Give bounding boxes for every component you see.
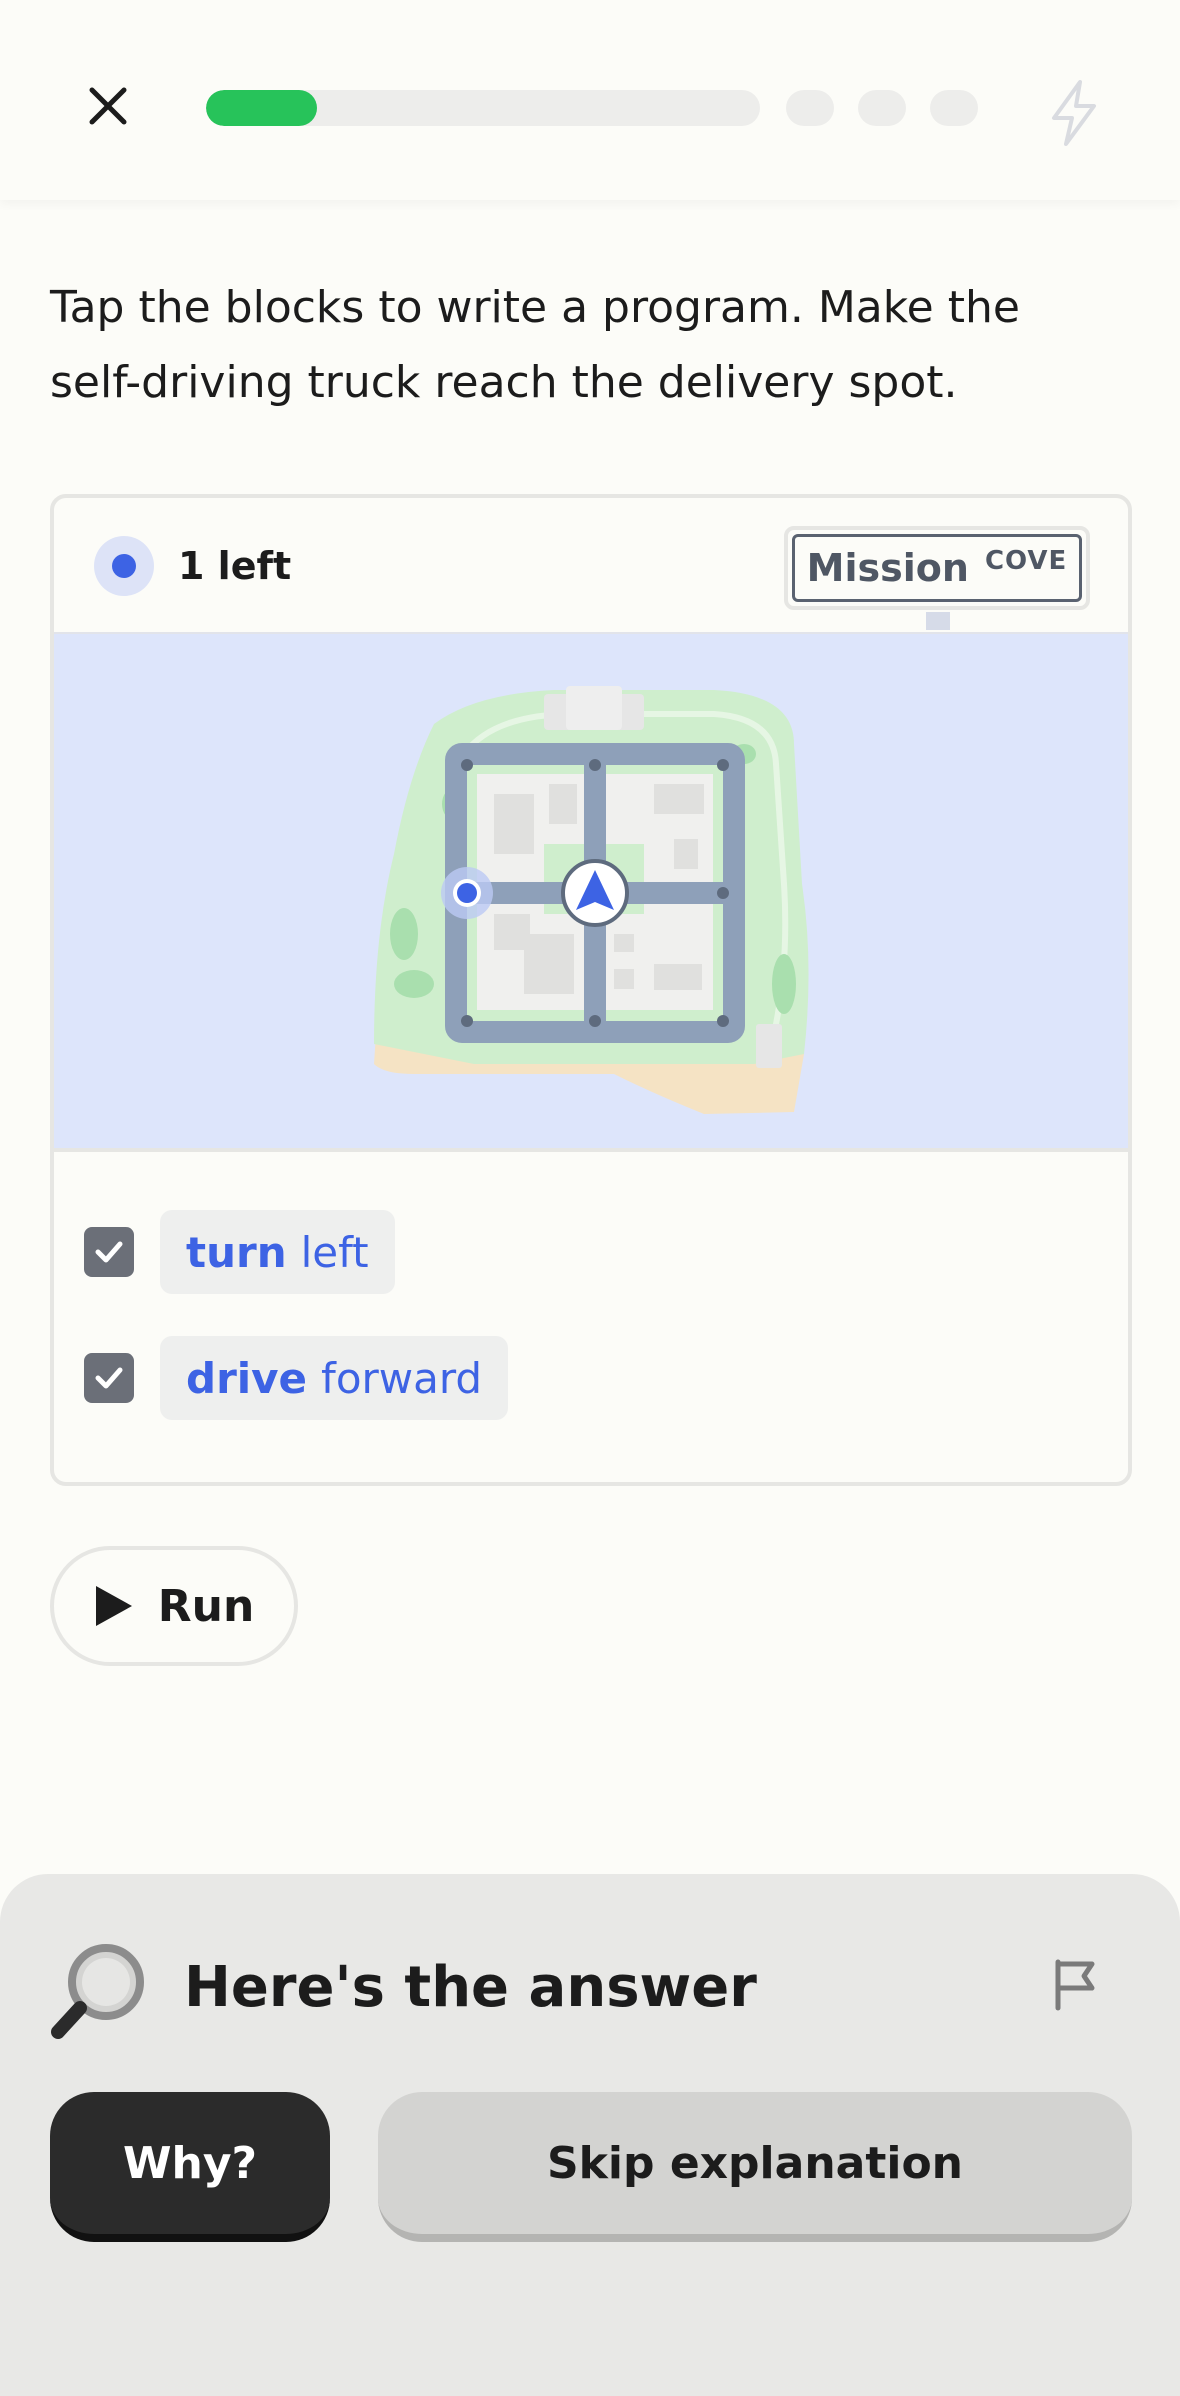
checkmark-icon [95, 1241, 123, 1263]
puzzle-card: 1 left Mission COVE turn left drive forw… [50, 494, 1132, 1486]
code-block-turn-left[interactable]: turn left [160, 1210, 395, 1294]
run-label: Run [157, 1580, 255, 1632]
code-blocks: turn left drive forward [54, 1152, 1128, 1482]
mission-badge: Mission COVE [784, 526, 1090, 610]
moves-indicator-icon [94, 536, 154, 596]
code-block-row[interactable]: drive forward [84, 1336, 509, 1420]
moves-left-label: 1 left [178, 544, 292, 588]
puzzle-header: 1 left Mission COVE [54, 498, 1128, 632]
sign-post [926, 612, 950, 630]
checkbox[interactable] [84, 1353, 134, 1403]
close-icon [89, 87, 127, 125]
sheet-title: Here's the answer [184, 1955, 757, 2020]
skip-explanation-button[interactable]: Skip explanation [378, 2092, 1132, 2242]
instruction-line: self-driving truck reach the delivery sp… [50, 357, 958, 408]
destination-dot-icon [441, 867, 493, 919]
island-map [374, 686, 809, 1114]
progress-step-dot [858, 90, 906, 126]
block-keyword: drive [186, 1353, 308, 1403]
mission-word: Mission [806, 546, 969, 590]
streak-button[interactable] [1044, 78, 1104, 148]
play-icon [95, 1586, 132, 1626]
progress-fill [206, 90, 317, 126]
why-button[interactable]: Why? [50, 2092, 330, 2242]
magnifier-icon [51, 1944, 144, 2039]
instruction-line: Tap the blocks to write a program. Make … [50, 282, 1020, 333]
bolt-icon [1052, 80, 1096, 146]
code-block-drive-forward[interactable]: drive forward [160, 1336, 509, 1420]
code-block-row[interactable]: turn left [84, 1210, 395, 1294]
progress-step-dot [786, 90, 834, 126]
flag-icon[interactable] [1046, 1954, 1106, 2014]
close-button[interactable] [80, 78, 136, 134]
navigation-arrow-icon [561, 859, 629, 927]
checkbox[interactable] [84, 1227, 134, 1277]
map-view [54, 632, 1128, 1152]
progress-bar [206, 90, 760, 126]
top-bar [0, 0, 1180, 200]
block-keyword: turn [186, 1227, 287, 1277]
block-argument: forward [321, 1353, 483, 1403]
answer-sheet: Here's the answer Why? Skip explanation [0, 1874, 1180, 2396]
mission-location: COVE [984, 546, 1068, 576]
progress-step-dot [930, 90, 978, 126]
run-button[interactable]: Run [50, 1546, 298, 1666]
checkmark-icon [95, 1367, 123, 1389]
block-argument: left [300, 1227, 369, 1277]
instruction-text: Tap the blocks to write a program. Make … [50, 270, 1110, 420]
